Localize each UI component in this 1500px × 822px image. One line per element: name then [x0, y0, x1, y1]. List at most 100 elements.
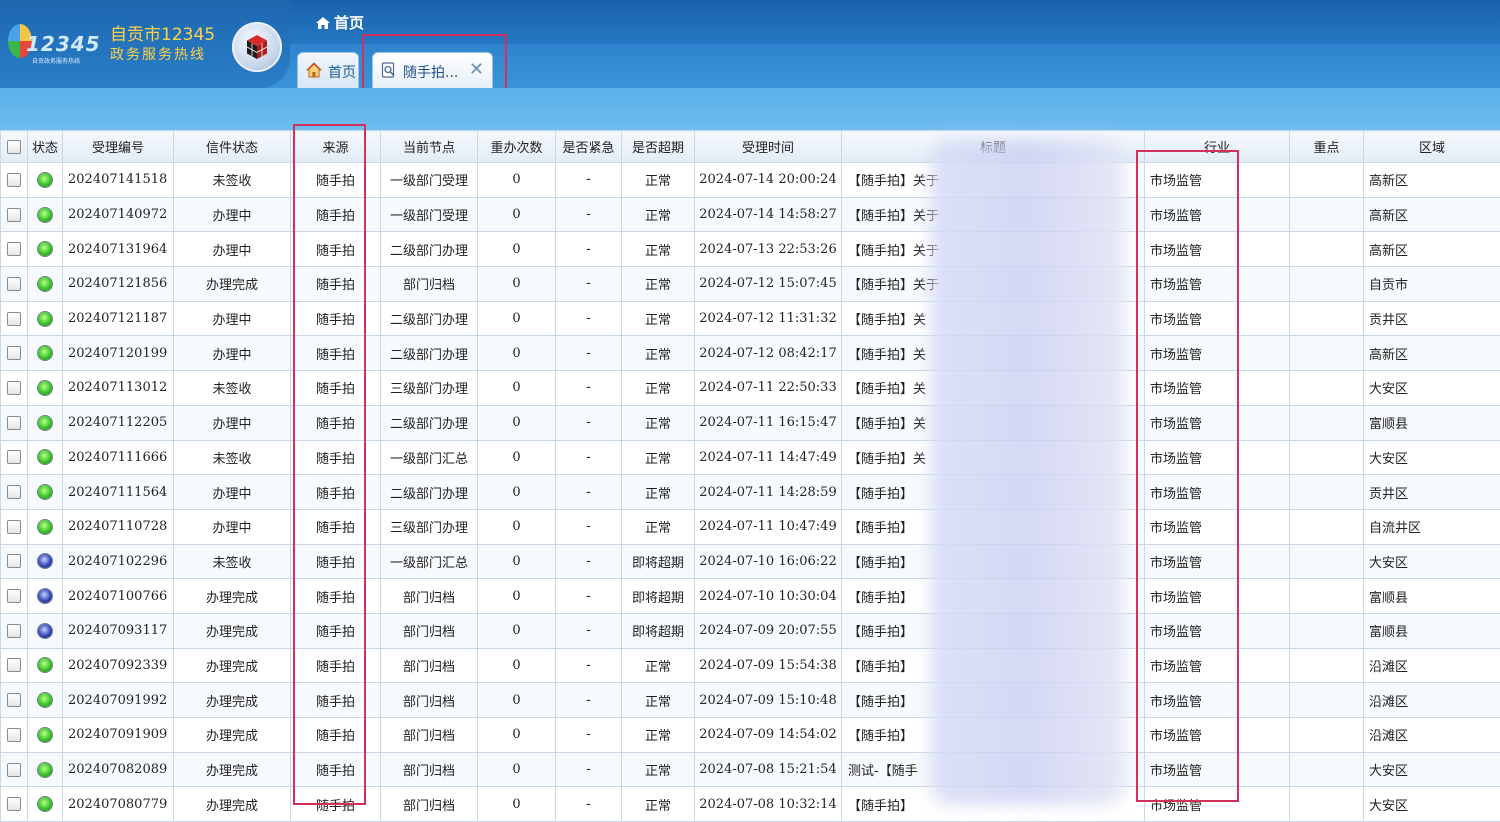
user-avatar[interactable]: [232, 22, 282, 72]
row-id[interactable]: 202407112205: [63, 405, 174, 440]
row-title-link[interactable]: 【随手拍】关于: [842, 163, 1145, 198]
row-area: 大安区: [1364, 440, 1500, 475]
row-id[interactable]: 202407121187: [63, 301, 174, 336]
row-title-link[interactable]: 【随手拍】: [842, 544, 1145, 579]
table-row[interactable]: 202407121856办理完成随手拍部门归档0-正常2024-07-12 15…: [1, 267, 1500, 302]
col-redo[interactable]: 重办次数: [478, 131, 556, 163]
col-letter-status[interactable]: 信件状态: [174, 131, 291, 163]
table-row[interactable]: 202407091909办理完成随手拍部门归档0-正常2024-07-09 14…: [1, 718, 1500, 753]
row-checkbox[interactable]: [1, 787, 28, 822]
cube-icon: [245, 34, 269, 60]
status-dot-icon: [38, 242, 52, 256]
row-title-link[interactable]: 【随手拍】关于: [842, 197, 1145, 232]
row-title-link[interactable]: 【随手拍】: [842, 613, 1145, 648]
row-checkbox[interactable]: [1, 232, 28, 267]
col-urgent[interactable]: 是否紧急: [556, 131, 622, 163]
breadcrumb-home[interactable]: 首页: [316, 12, 364, 33]
row-checkbox[interactable]: [1, 613, 28, 648]
row-title-link[interactable]: 【随手拍】: [842, 475, 1145, 510]
row-title-link[interactable]: 【随手拍】关: [842, 405, 1145, 440]
col-industry[interactable]: 行业: [1145, 131, 1290, 163]
table-row[interactable]: 202407111666未签收随手拍一级部门汇总0-正常2024-07-11 1…: [1, 440, 1500, 475]
row-checkbox[interactable]: [1, 475, 28, 510]
row-id[interactable]: 202407093117: [63, 613, 174, 648]
row-checkbox[interactable]: [1, 648, 28, 683]
row-checkbox[interactable]: [1, 371, 28, 406]
tab-suishoupai[interactable]: 随手拍... ✕: [372, 52, 493, 88]
tab-home[interactable]: 首页: [297, 52, 359, 88]
table-row[interactable]: 202407091992办理完成随手拍部门归档0-正常2024-07-09 15…: [1, 683, 1500, 718]
row-id[interactable]: 202407100766: [63, 579, 174, 614]
row-title-link[interactable]: 【随手拍】关: [842, 371, 1145, 406]
row-overdue: 正常: [622, 371, 695, 406]
row-checkbox[interactable]: [1, 683, 28, 718]
row-checkbox[interactable]: [1, 163, 28, 198]
table-row[interactable]: 202407102296未签收随手拍一级部门汇总0-即将超期2024-07-10…: [1, 544, 1500, 579]
row-title-link[interactable]: 【随手拍】关于: [842, 232, 1145, 267]
col-source[interactable]: 来源: [291, 131, 381, 163]
row-title-link[interactable]: 【随手拍】关于: [842, 267, 1145, 302]
row-checkbox[interactable]: [1, 336, 28, 371]
row-checkbox[interactable]: [1, 197, 28, 232]
row-title-link[interactable]: 【随手拍】: [842, 509, 1145, 544]
row-id[interactable]: 202407080779: [63, 787, 174, 822]
row-id[interactable]: 202407092339: [63, 648, 174, 683]
table-row[interactable]: 202407140972办理中随手拍一级部门受理0-正常2024-07-14 1…: [1, 197, 1500, 232]
table-row[interactable]: 202407141518未签收随手拍一级部门受理0-正常2024-07-14 2…: [1, 163, 1500, 198]
row-id[interactable]: 202407082089: [63, 752, 174, 787]
row-title-link[interactable]: 【随手拍】: [842, 718, 1145, 753]
row-title-link[interactable]: 测试-【随手: [842, 752, 1145, 787]
col-time[interactable]: 受理时间: [695, 131, 842, 163]
table-row[interactable]: 202407120199办理中随手拍二级部门办理0-正常2024-07-12 0…: [1, 336, 1500, 371]
table-row[interactable]: 202407121187办理中随手拍二级部门办理0-正常2024-07-12 1…: [1, 301, 1500, 336]
table-row[interactable]: 202407082089办理完成随手拍部门归档0-正常2024-07-08 15…: [1, 752, 1500, 787]
select-all-checkbox[interactable]: [1, 131, 28, 163]
col-overdue[interactable]: 是否超期: [622, 131, 695, 163]
row-title-link[interactable]: 【随手拍】关: [842, 336, 1145, 371]
col-key[interactable]: 重点: [1290, 131, 1364, 163]
table-row[interactable]: 202407111564办理中随手拍二级部门办理0-正常2024-07-11 1…: [1, 475, 1500, 510]
row-title-link[interactable]: 【随手拍】关: [842, 440, 1145, 475]
row-checkbox[interactable]: [1, 544, 28, 579]
row-id[interactable]: 202407111666: [63, 440, 174, 475]
row-id[interactable]: 202407111564: [63, 475, 174, 510]
row-checkbox[interactable]: [1, 301, 28, 336]
row-id[interactable]: 202407110728: [63, 509, 174, 544]
col-node[interactable]: 当前节点: [381, 131, 478, 163]
table-row[interactable]: 202407092339办理完成随手拍部门归档0-正常2024-07-09 15…: [1, 648, 1500, 683]
row-title-link[interactable]: 【随手拍】关: [842, 301, 1145, 336]
col-area[interactable]: 区域: [1364, 131, 1500, 163]
row-id[interactable]: 202407091992: [63, 683, 174, 718]
row-id[interactable]: 202407141518: [63, 163, 174, 198]
table-row[interactable]: 202407100766办理完成随手拍部门归档0-即将超期2024-07-10 …: [1, 579, 1500, 614]
row-id[interactable]: 202407091909: [63, 718, 174, 753]
row-title-link[interactable]: 【随手拍】: [842, 579, 1145, 614]
row-id[interactable]: 202407140972: [63, 197, 174, 232]
row-checkbox[interactable]: [1, 405, 28, 440]
row-checkbox[interactable]: [1, 718, 28, 753]
row-title-link[interactable]: 【随手拍】: [842, 787, 1145, 822]
table-row[interactable]: 202407113012未签收随手拍三级部门办理0-正常2024-07-11 2…: [1, 371, 1500, 406]
table-row[interactable]: 202407093117办理完成随手拍部门归档0-即将超期2024-07-09 …: [1, 613, 1500, 648]
row-id[interactable]: 202407131964: [63, 232, 174, 267]
col-id[interactable]: 受理编号: [63, 131, 174, 163]
row-time: 2024-07-11 10:47:49: [695, 509, 842, 544]
row-checkbox[interactable]: [1, 267, 28, 302]
row-checkbox[interactable]: [1, 509, 28, 544]
row-id[interactable]: 202407102296: [63, 544, 174, 579]
row-id[interactable]: 202407121856: [63, 267, 174, 302]
table-row[interactable]: 202407110728办理中随手拍三级部门办理0-正常2024-07-11 1…: [1, 509, 1500, 544]
row-checkbox[interactable]: [1, 579, 28, 614]
table-row[interactable]: 202407080779办理完成随手拍部门归档0-正常2024-07-08 10…: [1, 787, 1500, 822]
col-status[interactable]: 状态: [28, 131, 63, 163]
close-icon[interactable]: ✕: [469, 59, 484, 80]
row-id[interactable]: 202407120199: [63, 336, 174, 371]
col-title[interactable]: 标题: [842, 131, 1145, 163]
row-id[interactable]: 202407113012: [63, 371, 174, 406]
row-checkbox[interactable]: [1, 752, 28, 787]
row-title-link[interactable]: 【随手拍】: [842, 683, 1145, 718]
table-row[interactable]: 202407131964办理中随手拍二级部门办理0-正常2024-07-13 2…: [1, 232, 1500, 267]
row-title-link[interactable]: 【随手拍】: [842, 648, 1145, 683]
row-checkbox[interactable]: [1, 440, 28, 475]
table-row[interactable]: 202407112205办理中随手拍二级部门办理0-正常2024-07-11 1…: [1, 405, 1500, 440]
